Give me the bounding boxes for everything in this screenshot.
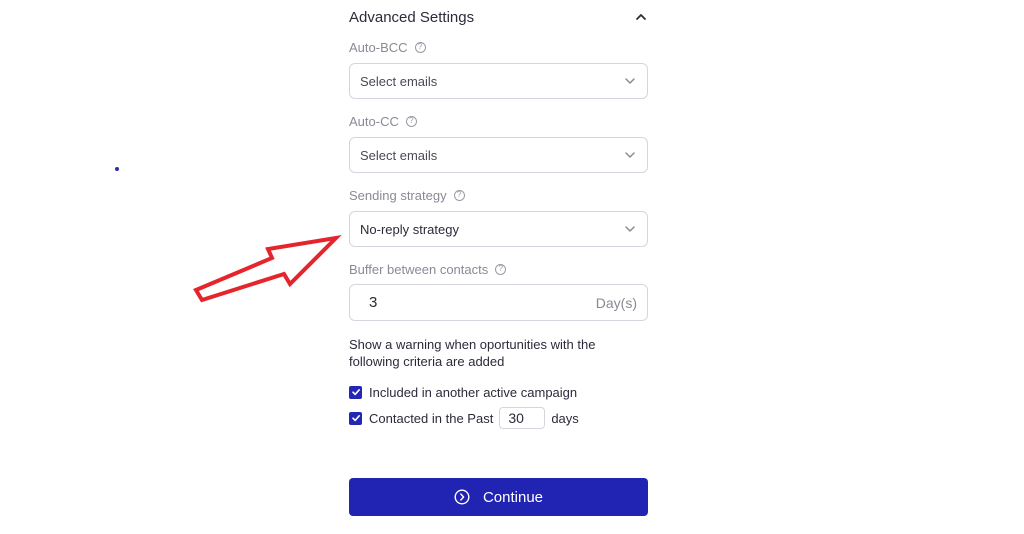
contacted-past-checkbox[interactable] — [349, 411, 362, 425]
red-arrow-annotation — [193, 235, 342, 303]
cursor-dot — [115, 167, 119, 171]
auto-bcc-select[interactable]: Select emails — [349, 63, 648, 99]
option-active-campaign: Included in another active campaign — [349, 381, 577, 403]
sending-strategy-label-text: Sending strategy — [349, 187, 447, 203]
contacted-past-label: Contacted in the Past — [369, 410, 494, 426]
chevron-right-circle-icon — [454, 489, 470, 505]
auto-bcc-placeholder: Select emails — [360, 73, 438, 89]
chevron-down-icon — [625, 152, 635, 158]
days-suffix: days — [551, 410, 579, 426]
auto-cc-label: Auto-CC ? — [349, 113, 417, 129]
auto-cc-label-text: Auto-CC — [349, 113, 399, 129]
auto-bcc-label-text: Auto-BCC — [349, 39, 408, 55]
check-icon — [351, 389, 360, 396]
buffer-unit: Day(s) — [595, 294, 637, 311]
active-campaign-checkbox[interactable] — [349, 385, 362, 399]
chevron-up-icon[interactable] — [634, 10, 648, 24]
buffer-label-text: Buffer between contacts — [349, 261, 489, 277]
option-contacted-past: Contacted in the Past 30 days — [349, 407, 579, 429]
page: Advanced Settings Auto-BCC ? Select emai… — [0, 0, 1024, 534]
chevron-down-icon — [625, 226, 635, 232]
chevron-down-icon — [625, 78, 635, 84]
help-icon[interactable]: ? — [414, 41, 426, 53]
auto-cc-placeholder: Select emails — [360, 147, 438, 163]
section-title: Advanced Settings — [349, 8, 475, 26]
continue-button[interactable]: Continue — [349, 478, 648, 516]
help-icon[interactable]: ? — [453, 189, 465, 201]
contacted-days-input[interactable]: 30 — [499, 407, 546, 429]
help-icon[interactable]: ? — [495, 263, 507, 275]
active-campaign-label: Included in another active campaign — [369, 384, 578, 400]
continue-label: Continue — [482, 488, 544, 506]
buffer-days-input[interactable]: 3 Day(s) — [349, 284, 648, 321]
check-icon — [351, 415, 360, 422]
buffer-label: Buffer between contacts ? — [349, 261, 507, 277]
auto-cc-select[interactable]: Select emails — [349, 137, 648, 173]
sending-strategy-value: No-reply strategy — [360, 221, 459, 237]
warning-description: Show a warning when oportunities with th… — [349, 337, 596, 369]
help-icon[interactable]: ? — [405, 115, 417, 127]
sending-strategy-select[interactable]: No-reply strategy — [349, 211, 648, 247]
auto-bcc-label: Auto-BCC ? — [349, 39, 426, 55]
advanced-settings-header[interactable]: Advanced Settings — [349, 6, 648, 28]
buffer-value: 3 — [369, 294, 378, 311]
sending-strategy-label: Sending strategy ? — [349, 187, 465, 203]
